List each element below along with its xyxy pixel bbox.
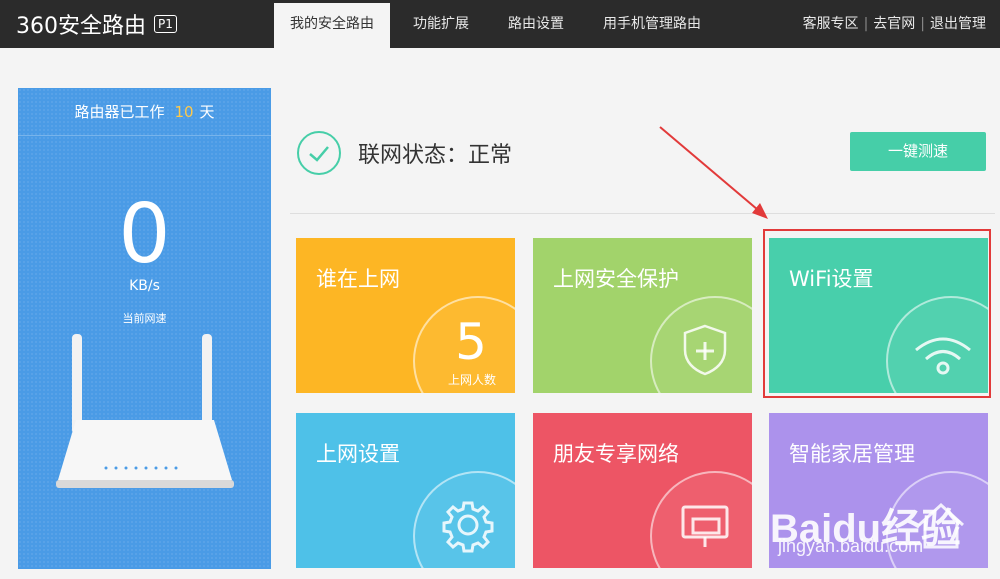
header-links: 客服专区 | 去官网 | 退出管理	[803, 0, 986, 48]
arrow-annotation-icon	[659, 126, 768, 219]
tile-title: 智能家居管理	[789, 442, 915, 466]
logo-text: 360安全路由	[16, 14, 146, 39]
uptime-prefix: 路由器已工作	[74, 103, 165, 121]
tile-title: 谁在上网	[316, 267, 400, 291]
baidu-watermark: Baidu经验 jingyan.baidu.com	[770, 468, 1000, 576]
separator: |	[863, 16, 869, 32]
tile-title: 上网安全保护	[553, 267, 679, 291]
check-circle-icon	[297, 131, 341, 175]
logout-link[interactable]: 退出管理	[930, 0, 986, 48]
tab-my-router[interactable]: 我的安全路由	[274, 3, 390, 48]
tile-guest-network[interactable]: 朋友专享网络	[533, 413, 752, 568]
router-illustration	[56, 334, 234, 488]
current-speed-value: 0	[118, 187, 171, 282]
tab-router-settings[interactable]: 路由设置	[492, 0, 580, 48]
customer-service-link[interactable]: 客服专区	[803, 0, 859, 48]
uptime-suffix: 天	[199, 103, 215, 121]
shield-plus-icon	[683, 324, 727, 376]
top-navigation-bar: 360安全路由 P1 我的安全路由 功能扩展 路由设置 用手机管理路由 客服专区…	[0, 0, 1000, 48]
gear-icon	[442, 501, 494, 553]
router-status-panel: 路由器已工作 10 天 0 KB/s 当前网速	[18, 88, 271, 569]
uptime-days: 10	[174, 103, 194, 121]
online-count: 5	[455, 313, 487, 371]
tab-extensions[interactable]: 功能扩展	[397, 0, 485, 48]
watermark-url: jingyan.baidu.com	[778, 536, 924, 556]
tile-internet-settings[interactable]: 上网设置	[296, 413, 515, 568]
speed-unit: KB/s	[129, 278, 160, 294]
tile-title: 上网设置	[316, 442, 400, 466]
speed-test-button[interactable]: 一键测速	[850, 132, 986, 171]
highlight-box	[763, 229, 991, 398]
guest-network-icon	[681, 505, 729, 547]
tile-security-protection[interactable]: 上网安全保护	[533, 238, 752, 393]
logo[interactable]: 360安全路由 P1	[16, 10, 177, 39]
uptime-row: 路由器已工作 10 天	[18, 88, 271, 136]
speed-label: 当前网速	[122, 312, 167, 325]
tile-title: 朋友专享网络	[553, 442, 679, 466]
separator: |	[920, 16, 925, 32]
tile-who-is-online[interactable]: 谁在上网 5 上网人数	[296, 238, 515, 393]
connection-status: 联网状态：正常	[358, 143, 513, 168]
official-site-link[interactable]: 去官网	[873, 0, 915, 48]
online-count-label: 上网人数	[447, 373, 496, 387]
model-badge: P1	[154, 15, 177, 33]
tab-mobile-management[interactable]: 用手机管理路由	[587, 0, 717, 48]
